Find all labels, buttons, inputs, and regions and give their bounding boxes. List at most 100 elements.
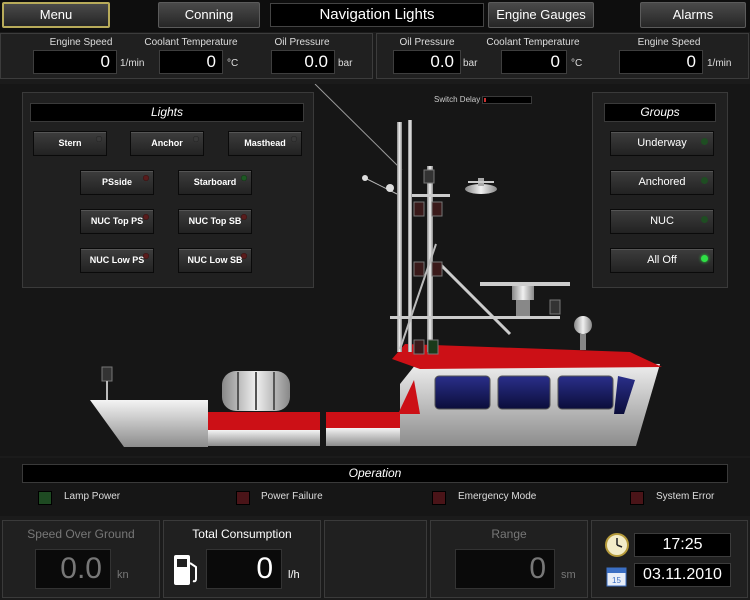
oil-pressure-value: 0.0 [393,50,461,74]
coolant-temperature-unit: °C [227,58,239,69]
nuc-top-ps-light [413,201,425,217]
groups-panel-title: Groups [604,103,716,122]
psside-light-button[interactable]: PSside [80,170,154,195]
emergency-mode-label: Emergency Mode [458,491,537,502]
anchor-led [193,136,199,142]
nuc-low-sb-label: NUC Low SB [187,255,243,265]
masthead-label: Masthead [244,138,286,148]
operation-panel: Operation Lamp Power Power Failure Emerg… [0,458,750,516]
crossbar [390,316,560,319]
nuc-top-ps-led [143,214,149,220]
page-title: Navigation Lights [270,3,484,27]
nuc-low-ps-button[interactable]: NUC Low PS [80,248,154,273]
nuc-low-ps-led [143,253,149,259]
total-consumption-label: Total Consumption [192,527,292,541]
stern-led [96,136,102,142]
satellite-dome [465,178,497,194]
oil-pressure-value: 0.0 [271,50,335,74]
stern-deck [90,400,208,447]
bow-hull-lower [326,428,404,446]
underway-button[interactable]: Underway [610,131,714,156]
starboard-light-button[interactable]: Starboard [178,170,252,195]
nuc-top-ps-button[interactable]: NUC Top PS [80,209,154,234]
operation-title: Operation [22,464,728,483]
power-failure-led [236,491,250,505]
anchor-label: Anchor [151,138,183,148]
anchored-label: Anchored [638,176,686,188]
range-unit: sm [561,569,576,581]
power-failure-label: Power Failure [261,491,323,502]
nuc-button[interactable]: NUC [610,209,714,234]
time-display: 17:25 [634,533,731,557]
alarms-button[interactable]: Alarms [640,2,746,28]
lights-panel-title: Lights [30,103,304,122]
conning-button[interactable]: Conning [158,2,260,28]
all-off-led [701,255,708,262]
nuc-low-ps-light [413,261,425,277]
oil-pressure-label: Oil Pressure [399,37,455,48]
status-bar: Speed Over Ground 0.0 kn Total Consumpti… [0,518,750,600]
all-off-label: All Off [647,254,677,266]
nuc-low-sb-led [241,253,247,259]
anchored-led [701,177,708,184]
clock-icon [605,533,629,557]
coolant-temperature-unit: °C [571,58,583,69]
range-value: 0 [455,549,555,589]
coolant-temperature-value: 0 [501,50,567,74]
calendar-day: 15 [612,576,621,585]
range-label: Range [491,527,527,541]
system-error-led [630,491,644,505]
masthead-led [291,136,297,142]
stern-label: Stern [58,138,82,148]
total-consumption-cell: Total Consumption 0 l/h [163,520,321,598]
all-off-button[interactable]: All Off [610,248,714,273]
psside-label: PSside [101,177,132,187]
lamp-power-led [38,491,52,505]
nuc-top-sb-label: NUC Top SB [188,216,242,226]
total-consumption-value: 0 [206,549,282,589]
nuc-led [701,216,708,223]
signal-ball-2 [386,184,394,192]
total-consumption-unit: l/h [288,569,300,581]
window-3 [557,375,614,410]
nuc-low-sb-light [431,261,443,277]
anchor-light-button[interactable]: Anchor [130,131,204,156]
engine-speed-label: Engine Speed [49,37,113,48]
nuc-low-sb-button[interactable]: NUC Low SB [178,248,252,273]
engine-panel-left: Engine Speed 0 1/min Coolant Temperature… [0,33,373,79]
starboard-led [241,175,247,181]
searchlight [574,316,592,350]
starboard-light [427,339,439,355]
engine-gauges-button[interactable]: Engine Gauges [488,2,594,28]
stern-light [101,366,113,382]
top-navigation: Menu Conning Navigation Lights Engine Ga… [0,0,750,32]
system-error-label: System Error [656,491,715,502]
mast-brace [438,262,512,336]
leader-line [314,84,403,171]
switch-delay-indicator [484,98,486,102]
anchored-button[interactable]: Anchored [610,170,714,195]
date-display: 03.11.2010 [634,563,731,587]
coolant-temperature-value: 0 [159,50,223,74]
oil-pressure-label: Oil Pressure [274,37,330,48]
stern-light-button[interactable]: Stern [33,131,107,156]
menu-button[interactable]: Menu [2,2,110,28]
empty-status-cell [324,520,427,598]
engine-speed-value: 0 [619,50,703,74]
range-cell: Range 0 sm [430,520,588,598]
psside-light [413,339,425,355]
coolant-temperature-label: Coolant Temperature [486,37,580,48]
engine-speed-unit: 1/min [707,58,732,69]
nuc-top-sb-light [431,201,443,217]
oil-pressure-unit: bar [463,58,478,69]
window-1 [434,375,491,410]
stern-hull-lower [208,430,320,446]
nuc-top-sb-button[interactable]: NUC Top SB [178,209,252,234]
calendar-icon: 15 [606,567,627,587]
oil-pressure-unit: bar [338,58,353,69]
starboard-label: Starboard [193,177,237,187]
anchor-light [549,299,561,315]
window-2 [497,375,551,410]
underway-label: Underway [637,137,687,149]
masthead-light-button[interactable]: Masthead [228,131,302,156]
